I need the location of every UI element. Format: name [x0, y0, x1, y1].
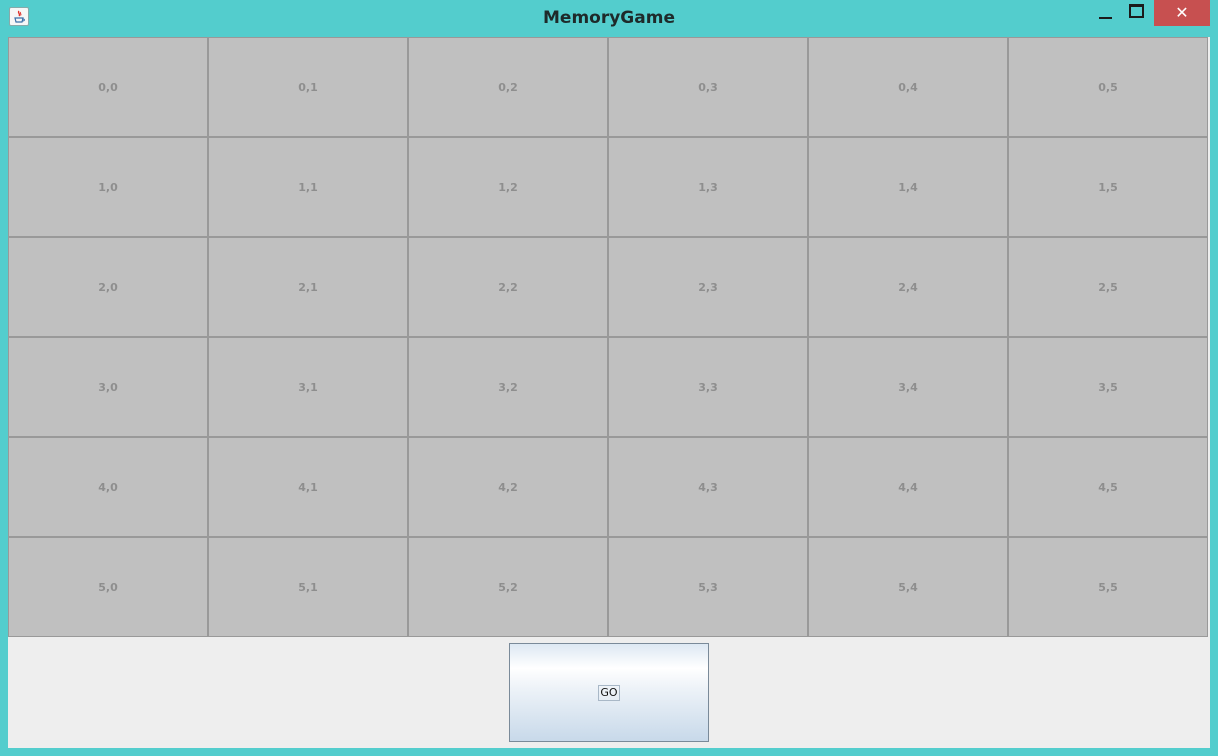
window-content: 0,0 0,1 0,2 0,3 0,4 0,5 1,0 1,1 1,2 1,3 1,4 1,5 2,0 2…: [8, 37, 1210, 748]
card-cell[interactable]: 0,3: [608, 37, 808, 137]
card-cell[interactable]: 2,0: [8, 237, 208, 337]
card-cell[interactable]: 0,0: [8, 37, 208, 137]
card-cell[interactable]: 4,2: [408, 437, 608, 537]
card-cell[interactable]: 2,3: [608, 237, 808, 337]
close-button[interactable]: ✕: [1154, 0, 1210, 26]
card-cell[interactable]: 3,4: [808, 337, 1008, 437]
card-cell[interactable]: 1,5: [1008, 137, 1208, 237]
card-cell[interactable]: 4,1: [208, 437, 408, 537]
card-cell[interactable]: 4,3: [608, 437, 808, 537]
card-cell[interactable]: 4,0: [8, 437, 208, 537]
card-cell[interactable]: 4,4: [808, 437, 1008, 537]
go-button-label: GO: [598, 684, 620, 701]
card-cell[interactable]: 3,5: [1008, 337, 1208, 437]
card-cell[interactable]: 3,0: [8, 337, 208, 437]
card-cell[interactable]: 1,3: [608, 137, 808, 237]
card-cell[interactable]: 1,1: [208, 137, 408, 237]
card-cell[interactable]: 3,2: [408, 337, 608, 437]
card-cell[interactable]: 5,4: [808, 537, 1008, 637]
card-cell[interactable]: 1,4: [808, 137, 1008, 237]
card-cell[interactable]: 4,5: [1008, 437, 1208, 537]
card-cell[interactable]: 2,2: [408, 237, 608, 337]
card-cell[interactable]: 5,5: [1008, 537, 1208, 637]
window-title: MemoryGame: [543, 8, 675, 28]
minimize-icon: [1099, 17, 1112, 19]
card-cell[interactable]: 0,1: [208, 37, 408, 137]
card-cell[interactable]: 5,1: [208, 537, 408, 637]
card-cell[interactable]: 5,3: [608, 537, 808, 637]
card-cell[interactable]: 1,0: [8, 137, 208, 237]
title-bar: MemoryGame ✕: [0, 0, 1218, 37]
card-cell[interactable]: 2,1: [208, 237, 408, 337]
maximize-button[interactable]: [1122, 0, 1150, 26]
card-cell[interactable]: 5,0: [8, 537, 208, 637]
card-cell[interactable]: 3,1: [208, 337, 408, 437]
card-cell[interactable]: 0,2: [408, 37, 608, 137]
card-cell[interactable]: 3,3: [608, 337, 808, 437]
card-cell[interactable]: 1,2: [408, 137, 608, 237]
card-cell[interactable]: 0,5: [1008, 37, 1208, 137]
card-cell[interactable]: 0,4: [808, 37, 1008, 137]
card-cell[interactable]: 2,5: [1008, 237, 1208, 337]
minimize-button[interactable]: [1092, 0, 1119, 26]
memory-grid: 0,0 0,1 0,2 0,3 0,4 0,5 1,0 1,1 1,2 1,3 1,4 1,5 2,0 2…: [8, 37, 1210, 637]
card-cell[interactable]: 5,2: [408, 537, 608, 637]
close-icon: ✕: [1175, 3, 1189, 22]
maximize-icon: [1128, 4, 1144, 18]
card-cell[interactable]: 2,4: [808, 237, 1008, 337]
control-panel: GO: [8, 637, 1210, 748]
go-button[interactable]: GO: [509, 643, 709, 742]
